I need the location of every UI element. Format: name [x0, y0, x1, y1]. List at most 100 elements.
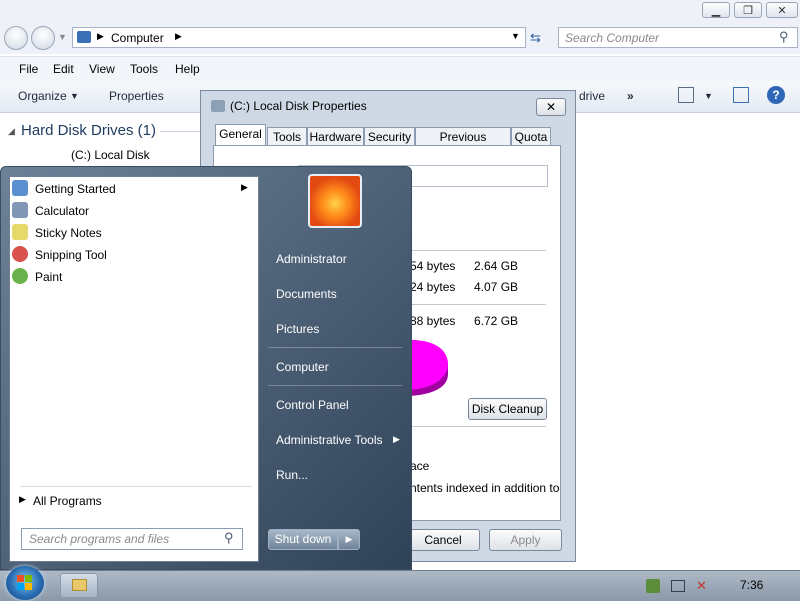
- menu-tools[interactable]: Tools: [130, 62, 158, 76]
- start-item-administrative-tools[interactable]: Administrative Tools: [276, 433, 383, 447]
- search-placeholder: Search Computer: [565, 31, 660, 45]
- view-options-icon[interactable]: [678, 87, 694, 103]
- organize-dropdown-icon[interactable]: ▼: [70, 91, 79, 101]
- program-calculator[interactable]: Calculator: [12, 200, 256, 220]
- submenu-arrow-icon: ▶: [393, 434, 400, 444]
- action-center-icon[interactable]: [646, 579, 660, 593]
- used-space-gb: 2.64 GB: [474, 259, 519, 273]
- shut-down-button[interactable]: Shut down: [268, 529, 338, 550]
- chevron-right-icon: ▶: [345, 534, 353, 544]
- dialog-close-button[interactable]: ✕: [536, 98, 566, 116]
- section-title[interactable]: Hard Disk Drives (1): [21, 122, 156, 139]
- shut-down-options-button[interactable]: ▶: [338, 529, 360, 550]
- close-button[interactable]: ✕: [766, 2, 798, 18]
- program-sticky-notes[interactable]: Sticky Notes: [12, 222, 256, 242]
- start-item-documents[interactable]: Documents: [276, 287, 337, 301]
- cancel-button[interactable]: Cancel: [406, 529, 480, 551]
- dialog-title: (C:) Local Disk Properties: [230, 99, 367, 113]
- close-icon: ✕: [545, 100, 557, 114]
- program-label: Calculator: [35, 204, 90, 218]
- menu-edit[interactable]: Edit: [53, 62, 74, 76]
- program-label: Snipping Tool: [35, 248, 107, 262]
- menu-file[interactable]: File: [19, 62, 38, 76]
- all-programs-button[interactable]: All Programs: [33, 494, 102, 508]
- organize-button[interactable]: Organize: [18, 89, 67, 103]
- maximize-button[interactable]: ❐: [734, 2, 762, 18]
- back-button[interactable]: [4, 26, 28, 50]
- index-option-text: ntents indexed in addition to: [410, 481, 560, 495]
- menu-bar: File Edit View Tools Help: [0, 56, 800, 82]
- recent-pages-icon[interactable]: ▼: [58, 32, 67, 42]
- program-paint[interactable]: Paint: [12, 266, 256, 286]
- minimize-button[interactable]: ▁: [702, 2, 730, 18]
- address-bar[interactable]: ▶ Computer ▶ ▼: [72, 27, 526, 48]
- disk-cleanup-button[interactable]: Disk Cleanup: [468, 398, 547, 420]
- windows-logo-icon: [25, 583, 32, 590]
- address-text[interactable]: Computer: [111, 31, 164, 45]
- tab-security[interactable]: Security: [364, 127, 415, 145]
- tab-tools[interactable]: Tools: [267, 127, 307, 145]
- help-icon[interactable]: ?: [767, 86, 785, 104]
- windows-logo-icon: [17, 583, 24, 590]
- view-dropdown-icon[interactable]: ▼: [704, 91, 713, 101]
- folder-icon: [72, 579, 87, 591]
- properties-button[interactable]: Properties: [109, 89, 164, 103]
- program-snipping-tool[interactable]: Snipping Tool: [12, 244, 256, 264]
- tab-previous-versions[interactable]: Previous Versions: [415, 127, 511, 162]
- calculator-icon: [12, 202, 28, 218]
- tab-hardware[interactable]: Hardware: [307, 127, 364, 145]
- explorer-taskbar-button[interactable]: [60, 573, 98, 598]
- divider: [268, 385, 402, 386]
- all-programs-arrow-icon: ▶: [19, 494, 26, 504]
- refresh-icon[interactable]: ⇆: [530, 30, 541, 46]
- apply-button[interactable]: Apply: [489, 529, 562, 551]
- drive-label[interactable]: (C:) Local Disk: [71, 148, 150, 162]
- program-label: Sticky Notes: [35, 226, 102, 240]
- submenu-arrow-icon: ▶: [241, 182, 248, 192]
- start-item-pictures[interactable]: Pictures: [276, 322, 319, 336]
- breadcrumb-arrow-icon[interactable]: ▶: [175, 31, 182, 42]
- volume-muted-icon[interactable]: ✕: [696, 578, 707, 594]
- start-search-box[interactable]: Search programs and files ⚲: [21, 528, 243, 550]
- disk-usage-pie: [410, 340, 448, 396]
- start-search-placeholder: Search programs and files: [29, 532, 170, 546]
- start-item-control-panel[interactable]: Control Panel: [276, 398, 349, 412]
- divider: [268, 347, 402, 348]
- start-button[interactable]: [6, 566, 44, 600]
- program-label: Getting Started: [35, 182, 116, 196]
- tab-general[interactable]: General: [215, 124, 266, 145]
- breadcrumb-arrow-icon[interactable]: ▶: [97, 31, 104, 42]
- clock[interactable]: 7:36: [740, 578, 763, 592]
- capacity-gb: 6.72 GB: [474, 314, 519, 328]
- map-drive-button[interactable]: drive: [579, 89, 605, 103]
- start-item-computer[interactable]: Computer: [276, 360, 329, 374]
- windows-logo-icon: [25, 575, 32, 582]
- sticky-notes-icon: [12, 224, 28, 240]
- menu-help[interactable]: Help: [175, 62, 200, 76]
- restore-icon: ❐: [743, 4, 753, 17]
- search-icon[interactable]: ⚲: [779, 29, 789, 45]
- search-box[interactable]: Search Computer ⚲: [558, 27, 798, 48]
- snipping-tool-icon: [12, 246, 28, 262]
- computer-icon: [77, 31, 91, 43]
- address-dropdown-icon[interactable]: ▼: [511, 31, 520, 41]
- collapse-icon[interactable]: ◢: [8, 126, 15, 137]
- network-icon[interactable]: [671, 580, 685, 592]
- used-space-bytes: 54 bytes: [410, 259, 456, 273]
- start-item-run[interactable]: Run...: [276, 468, 308, 482]
- section-divider: [160, 131, 200, 132]
- preview-pane-icon[interactable]: [733, 87, 749, 103]
- program-getting-started[interactable]: Getting Started ▶: [12, 178, 256, 198]
- start-item-administrator[interactable]: Administrator: [276, 252, 347, 266]
- title-bar: [0, 0, 800, 24]
- divider: [410, 304, 546, 305]
- minimize-icon: ▁: [711, 4, 721, 17]
- menu-view[interactable]: View: [89, 62, 115, 76]
- close-icon: ✕: [777, 4, 787, 17]
- more-commands-button[interactable]: »: [627, 89, 634, 103]
- forward-button[interactable]: [31, 26, 55, 50]
- search-icon: ⚲: [224, 530, 234, 545]
- user-picture[interactable]: [308, 174, 362, 228]
- tab-quota[interactable]: Quota: [511, 127, 551, 145]
- program-label: Paint: [35, 270, 63, 284]
